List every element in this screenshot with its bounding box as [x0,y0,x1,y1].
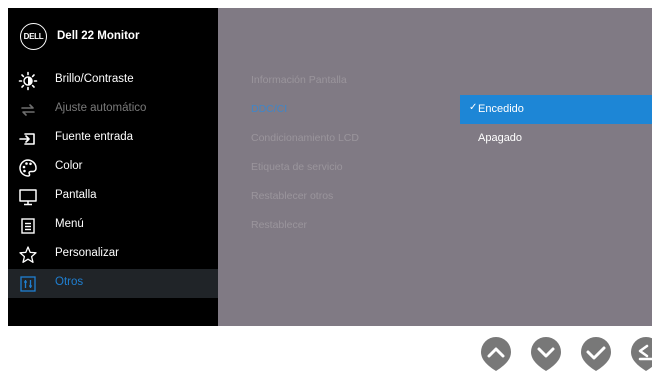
check-icon: ✓ [469,102,478,113]
menu-item-input-source[interactable]: Fuente entrada [8,124,218,153]
ok-button[interactable] [578,336,614,372]
submenu-item-lcd-conditioning[interactable]: Condicionamiento LCD [251,132,359,144]
color-palette-icon [18,158,38,178]
brightness-icon [18,71,38,91]
menu-item-label: Pantalla [55,189,97,201]
monitor-title: Dell 22 Monitor [57,30,140,42]
others-icon [18,274,38,294]
menu-item-label: Personalizar [55,247,119,259]
menu-item-label: Fuente entrada [55,131,134,143]
submenu-item-display-info[interactable]: Información Pantalla [251,74,347,86]
input-source-icon [18,129,38,149]
auto-adjust-icon [18,100,38,120]
menu-item-others[interactable]: Otros [8,269,218,298]
menu-item-label: Menú [55,218,84,230]
display-icon [18,187,38,207]
menu-item-color[interactable]: Color [8,153,218,182]
up-button[interactable] [478,336,514,372]
dell-logo: DELL [20,23,47,50]
chevron-down-icon [531,337,561,371]
menu-item-auto-adjust[interactable]: Ajuste automático [8,95,218,124]
submenu-item-ddc-ci[interactable]: DDC/CI [251,103,287,115]
option-on[interactable]: ✓ Encedido [460,95,652,124]
submenu-item-service-tag[interactable]: Etiqueta de servicio [251,161,343,173]
option-label: Encedido [478,103,524,115]
back-icon [631,337,652,371]
down-button[interactable] [528,336,564,372]
checkmark-icon [581,337,611,371]
main-menu-panel: DELL Dell 22 Monitor Brillo/Contraste Aj… [8,8,218,326]
star-icon [18,245,38,265]
submenu-item-reset-others[interactable]: Restablecer otros [251,190,333,202]
menu-item-personalize[interactable]: Personalizar [8,240,218,269]
menu-item-label: Brillo/Contraste [55,73,134,85]
menu-item-label: Color [55,160,83,172]
submenu-item-reset[interactable]: Restablecer [251,219,307,231]
menu-item-brightness-contrast[interactable]: Brillo/Contraste [8,66,218,95]
option-off[interactable]: Apagado [460,124,652,153]
osd-window: DELL Dell 22 Monitor Brillo/Contraste Aj… [8,8,652,326]
menu-panel-footer [8,298,218,326]
menu-item-display[interactable]: Pantalla [8,182,218,211]
menu-item-menu[interactable]: Menú [8,211,218,240]
back-button[interactable] [628,336,652,372]
menu-item-label: Ajuste automático [55,102,147,114]
chevron-up-icon [481,337,511,371]
osd-header: DELL Dell 22 Monitor [8,8,218,66]
menu-icon [18,216,38,236]
option-label: Apagado [478,132,523,144]
menu-item-label: Otros [55,276,84,288]
